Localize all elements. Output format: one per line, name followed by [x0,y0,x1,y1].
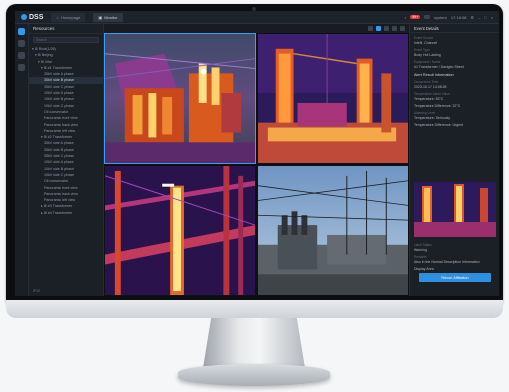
detail-field: Event Source Intelli. Channel [410,36,499,45]
field-value: Body Hot Lasting [414,53,441,57]
event-fields: Event Source Intelli. Channel Event Type Bo… [410,36,499,69]
fullscreen-icon[interactable] [392,26,397,31]
recon-affiliation-button[interactable]: Recon Affiliation [419,273,491,282]
left-rail [15,24,29,296]
video-toolbar [104,24,409,33]
video-grid [104,33,409,296]
video-window-4[interactable] [257,165,409,296]
video-window-3[interactable] [104,165,256,296]
user-label[interactable]: system [434,15,447,20]
field-value: Temperature: 83°C [414,97,444,101]
minimize-icon[interactable]: – [478,15,480,20]
field-label: Label Status [414,243,432,247]
detail-field: Temperature Alarm Value Temperature: 83°C [410,92,499,101]
resources-header: Resources [29,24,103,34]
tab-homepage[interactable]: ⌂ Homepage [51,12,86,22]
close-all-icon[interactable] [400,26,405,31]
detail-field: Remarks Also in the Normal Description In… [410,255,499,264]
detail-field: Event Type Body Hot Lasting [410,48,499,57]
field-value: Temperature Difference: 22°C [414,104,461,108]
field-label: Occurrence Time [414,80,439,84]
tab-label: Homepage [60,14,81,20]
bell-icon[interactable]: ♪ [404,15,406,20]
field-value: 2023-10-17 14:08:28 [414,85,447,89]
field-label: Event Source [414,36,434,40]
nav-monitor-icon[interactable] [18,28,25,35]
field-label: Remarks [414,255,427,259]
top-bar: DSS ⌂ Homepage ▣ Monitor ♪ 99+ system 17… [15,11,499,24]
resource-search-input[interactable]: Search [33,37,99,43]
field-label: Alarming Level [414,111,436,115]
tree-footer: IP12 [33,289,41,293]
resource-tree: ▾ ⊞ Root(1/26) ▾ ⊞ Beijing ▾ ⊞ Xihe ▾ ⊞ #1 … [29,46,103,216]
detail-field: Alarming Level Temperature: Seriously [410,111,499,120]
thermal-image-transformer [105,34,255,163]
thermal-image-insulators [258,34,408,163]
detail-field: Occurrence Time 2023-10-17 14:08:28 [410,80,499,89]
nav-event-icon[interactable] [18,52,25,59]
field-label: Event Type [414,48,430,52]
maximize-icon[interactable]: □ [484,15,486,20]
monitor-stand-neck [203,318,305,368]
detail-field: Label Status Warning [410,243,499,252]
tab-label: Monitor [104,14,118,20]
field-label: Temperature Alarm Value [414,92,450,96]
split-9-icon[interactable] [384,26,389,31]
panel-header: Event Details [410,24,499,33]
time-label: 17:18:08 [450,14,467,20]
video-window-2[interactable] [257,33,409,164]
alert-section-title: Alert Result Information [414,73,454,77]
nav-map-icon[interactable] [18,64,25,71]
field-value: #1 Transformer / Daxigbo Street [414,65,464,69]
video-window-1[interactable] [104,33,256,164]
logo-text: DSS [29,13,44,21]
logo-icon [21,14,27,20]
event-snapshot[interactable] [414,182,496,237]
monitor-chin [6,300,503,318]
panel-title: Event Details [414,25,439,31]
top-right-controls: ♪ 99+ system 17:18:08 ⚙ – □ × [404,15,493,20]
detail-field: Display Area [410,267,499,271]
close-icon[interactable]: × [491,15,493,20]
field-value: Intelli. Channel [414,41,438,45]
app-logo: DSS [21,14,43,21]
resources-title: Resources [33,26,55,31]
field-value: Temperature: Seriously [414,116,450,120]
settings-icon[interactable]: ⚙ [470,15,474,20]
monitor-stand-base [178,364,330,386]
resource-tree-panel: Resources Search ▾ ⊞ Root(1/26) ▾ ⊞ Beiji… [29,24,104,296]
detail-field: Equipment / Name #1 Transformer / Daxigbo… [410,60,499,69]
field-value: Display Area [414,267,434,271]
split-1-icon[interactable] [368,26,373,31]
visible-image-substation [258,166,408,295]
tree-item[interactable]: ▸ ⊞ #4 Transformer [29,210,103,216]
nav-playback-icon[interactable] [18,40,25,47]
event-details-panel: Event Details Event Source Intelli. Chann… [409,24,499,296]
tab-monitor[interactable]: ▣ Monitor [93,12,123,22]
field-value: Temperature Difference: Urgent [414,123,463,127]
field-value: Warning [414,248,427,252]
status-fields: Label Status Warning Remarks Also in the No… [410,240,499,271]
home-icon: ⌂ [56,14,59,20]
snapshot-thermal-image [414,182,496,237]
field-label: Equipment / Name [414,60,441,64]
alarm-badge[interactable]: 99+ [410,15,421,19]
detail-field: Temperature Difference: 22°C [410,104,499,108]
detail-field: Temperature Difference: Urgent [410,123,499,127]
alert-fields: Occurrence Time 2023-10-17 14:08:28 Temper… [410,80,499,127]
field-value: Also in the Normal Description Informati… [414,260,480,264]
thermal-image-bushing [105,166,255,295]
search-placeholder: Search [36,38,48,42]
app-screen: DSS ⌂ Homepage ▣ Monitor ♪ 99+ system 17… [15,11,499,296]
monitor-icon: ▣ [98,14,103,20]
split-4-icon[interactable] [376,26,381,31]
layout-icon[interactable] [424,15,431,19]
